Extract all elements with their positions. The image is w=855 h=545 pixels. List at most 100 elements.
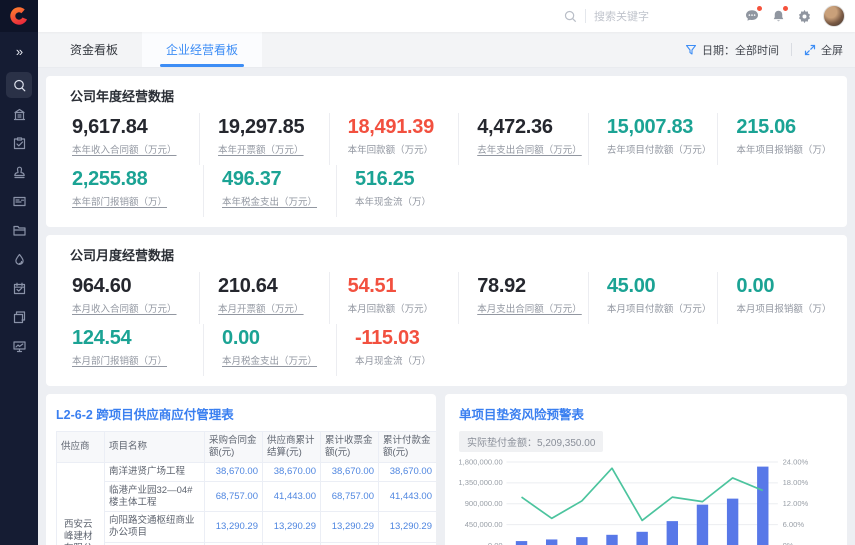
kpi-card[interactable]: 15,007.83 去年项目付款额（万元） bbox=[588, 113, 718, 165]
date-filter[interactable]: 日期：全部时间 bbox=[685, 42, 779, 58]
sidebar-item-folder[interactable] bbox=[6, 217, 32, 243]
kpi-card[interactable]: 78.92本月支出合同额（万元） bbox=[458, 272, 588, 324]
project-name-cell: 南洋进贤广场工程 bbox=[105, 462, 205, 481]
actual-advance-tag: 实际垫付金额：5,209,350.00 bbox=[459, 431, 603, 452]
funnel-icon bbox=[685, 44, 697, 56]
table-row[interactable]: 向阳路交通枢纽商业办公项目13,290.2913,290.2913,290.29… bbox=[57, 512, 437, 543]
kpi-card[interactable]: 516.25本年现金流（万） bbox=[336, 165, 469, 217]
amount-cell: 13,290.29 bbox=[263, 512, 321, 543]
kpi-label: 本年回款额（万元） bbox=[348, 142, 453, 156]
kpi-card[interactable]: 2,255.88 本年部门报销额（万） bbox=[70, 165, 203, 217]
sidebar-item-id-card[interactable] bbox=[6, 188, 32, 214]
kpi-card[interactable]: 0.00本月项目报销额（万） bbox=[717, 272, 847, 324]
kpi-value: 215.06 bbox=[736, 116, 841, 139]
amount-cell: 38,670.00 bbox=[205, 462, 263, 481]
sidebar-item-water-drop[interactable] bbox=[6, 246, 32, 272]
kpi-label: 本月税金支出（万元） bbox=[222, 353, 330, 367]
sidebar-item-clipboard-check[interactable] bbox=[6, 130, 32, 156]
notification-dot bbox=[757, 6, 762, 11]
table-title: L2-6-2 跨项目供应商应付管理表 bbox=[56, 404, 436, 423]
global-search[interactable]: 搜索关键字 bbox=[564, 8, 649, 24]
amount-cell: 13,290.29 bbox=[379, 512, 437, 543]
kpi-value: 18,491.39 bbox=[348, 116, 453, 139]
sidebar-item-calendar[interactable] bbox=[6, 275, 32, 301]
table-column-header: 供应商 bbox=[57, 432, 105, 463]
tab-enterprise-dashboard[interactable]: 企业经营看板 bbox=[142, 32, 262, 67]
calendar-icon bbox=[12, 281, 27, 296]
kpi-card[interactable]: 45.00 本月项目付款额（万元） bbox=[588, 272, 718, 324]
kpi-card[interactable]: 964.60本月收入合同额（万元） bbox=[70, 272, 199, 324]
logo-c-icon bbox=[8, 5, 30, 27]
bar-2[interactable] bbox=[576, 537, 587, 545]
kpi-label: 本年收入合同额（万元） bbox=[72, 142, 193, 156]
app-logo[interactable] bbox=[0, 0, 38, 32]
svg-text:1,350,000.00: 1,350,000.00 bbox=[459, 478, 503, 487]
tab-funds-dashboard[interactable]: 资金看板 bbox=[46, 32, 142, 67]
bar-5[interactable] bbox=[667, 521, 678, 545]
risk-chart-svg: 1,800,000.0024.00%1,350,000.0018.00%900,… bbox=[459, 454, 831, 545]
kpi-card[interactable]: 9,617.84本年收入合同额（万元） bbox=[70, 113, 199, 165]
kpi-value: 15,007.83 bbox=[607, 116, 712, 139]
bar-7[interactable] bbox=[727, 499, 738, 545]
svg-text:6.00%: 6.00% bbox=[783, 520, 805, 529]
kpi-label: 本年部门报销额（万） bbox=[72, 194, 197, 208]
kpi-value: 4,472.36 bbox=[477, 116, 582, 139]
table-column-header: 采购合同金额(元) bbox=[205, 432, 263, 463]
kpi-card[interactable]: 19,297.85本年开票额（万元） bbox=[199, 113, 329, 165]
table-row[interactable]: 西安云峰建材有限公司南洋进贤广场工程38,670.0038,670.0038,6… bbox=[57, 462, 437, 481]
bar-4[interactable] bbox=[636, 532, 647, 545]
bar-3[interactable] bbox=[606, 535, 617, 545]
sidebar-item-stamp[interactable] bbox=[6, 159, 32, 185]
sidebar-item-building[interactable] bbox=[6, 101, 32, 127]
kpi-card[interactable]: 18,491.39 本年回款额（万元） bbox=[329, 113, 459, 165]
bar-8[interactable] bbox=[757, 467, 768, 545]
search-icon bbox=[12, 78, 27, 93]
project-name-cell: 临港产业园32—04#楼主体工程 bbox=[105, 481, 205, 512]
kpi-card[interactable]: -115.03本月现金流（万） bbox=[336, 324, 469, 376]
risk-chart[interactable]: 1,800,000.0024.00%1,350,000.0018.00%900,… bbox=[459, 454, 835, 545]
kpi-card[interactable]: 210.64本月开票额（万元） bbox=[199, 272, 329, 324]
kpi-card[interactable]: 4,472.36去年支出合同额（万元） bbox=[458, 113, 588, 165]
kpi-label: 去年项目付款额（万元） bbox=[607, 142, 712, 156]
top-header: 搜索关键字 bbox=[38, 0, 855, 32]
sidebar-item-documents[interactable] bbox=[6, 304, 32, 330]
dashboard-content: 公司年度经营数据 9,617.84本年收入合同额（万元）19,297.85本年开… bbox=[38, 68, 855, 545]
sidebar-item-monitor[interactable] bbox=[6, 333, 32, 359]
sidebar-item-search[interactable] bbox=[6, 72, 32, 98]
kpi-value: 124.54 bbox=[72, 327, 197, 350]
bar-6[interactable] bbox=[697, 505, 708, 545]
kpi-value: 45.00 bbox=[607, 275, 712, 298]
water-drop-icon bbox=[12, 252, 27, 267]
kpi-card[interactable]: 215.06本年项目报销额（万） bbox=[717, 113, 847, 165]
kpi-card[interactable]: 54.51本月回款额（万元） bbox=[329, 272, 459, 324]
date-filter-label: 日期：全部时间 bbox=[702, 42, 779, 58]
kpi-label: 本月收入合同额（万元） bbox=[72, 301, 193, 315]
kpi-card[interactable]: 0.00本月税金支出（万元） bbox=[203, 324, 336, 376]
table-row[interactable]: 临港产业园32—04#楼主体工程68,757.0041,443.0068,757… bbox=[57, 481, 437, 512]
kpi-card[interactable]: 496.37本年税金支出（万元） bbox=[203, 165, 336, 217]
monthly-kpi-grid: 964.60本月收入合同额（万元）210.64本月开票额（万元）54.51本月回… bbox=[70, 272, 847, 376]
fullscreen-button[interactable]: 全屏 bbox=[804, 42, 843, 58]
table-column-header: 项目名称 bbox=[105, 432, 205, 463]
fullscreen-label: 全屏 bbox=[821, 42, 843, 58]
table-column-header: 累计收票金额(元) bbox=[321, 432, 379, 463]
bar-0[interactable] bbox=[516, 541, 527, 545]
kpi-label: 本月项目付款额（万元） bbox=[607, 301, 712, 315]
svg-text:900,000.00: 900,000.00 bbox=[465, 499, 503, 508]
message-icon[interactable] bbox=[739, 3, 765, 29]
sidebar-icon-list bbox=[6, 69, 32, 362]
supplier-payable-panel: L2-6-2 跨项目供应商应付管理表 供应商项目名称采购合同金额(元)供应商累计… bbox=[46, 394, 436, 545]
bar-1[interactable] bbox=[546, 539, 557, 545]
stamp-icon bbox=[12, 165, 27, 180]
sidebar-expand-icon[interactable]: » bbox=[16, 44, 22, 59]
user-avatar[interactable] bbox=[823, 5, 845, 27]
folder-icon bbox=[12, 223, 27, 238]
kpi-card[interactable]: 124.54本月部门报销额（万） bbox=[70, 324, 203, 376]
amount-cell: 13,290.29 bbox=[205, 512, 263, 543]
amount-cell: 41,443.00 bbox=[379, 481, 437, 512]
dashboard-tabbar: 资金看板 企业经营看板 日期：全部时间 全屏 bbox=[38, 32, 855, 68]
kpi-value: 2,255.88 bbox=[72, 168, 197, 191]
amount-cell: 38,670.00 bbox=[379, 462, 437, 481]
gear-icon[interactable] bbox=[791, 3, 817, 29]
bell-icon[interactable] bbox=[765, 3, 791, 29]
